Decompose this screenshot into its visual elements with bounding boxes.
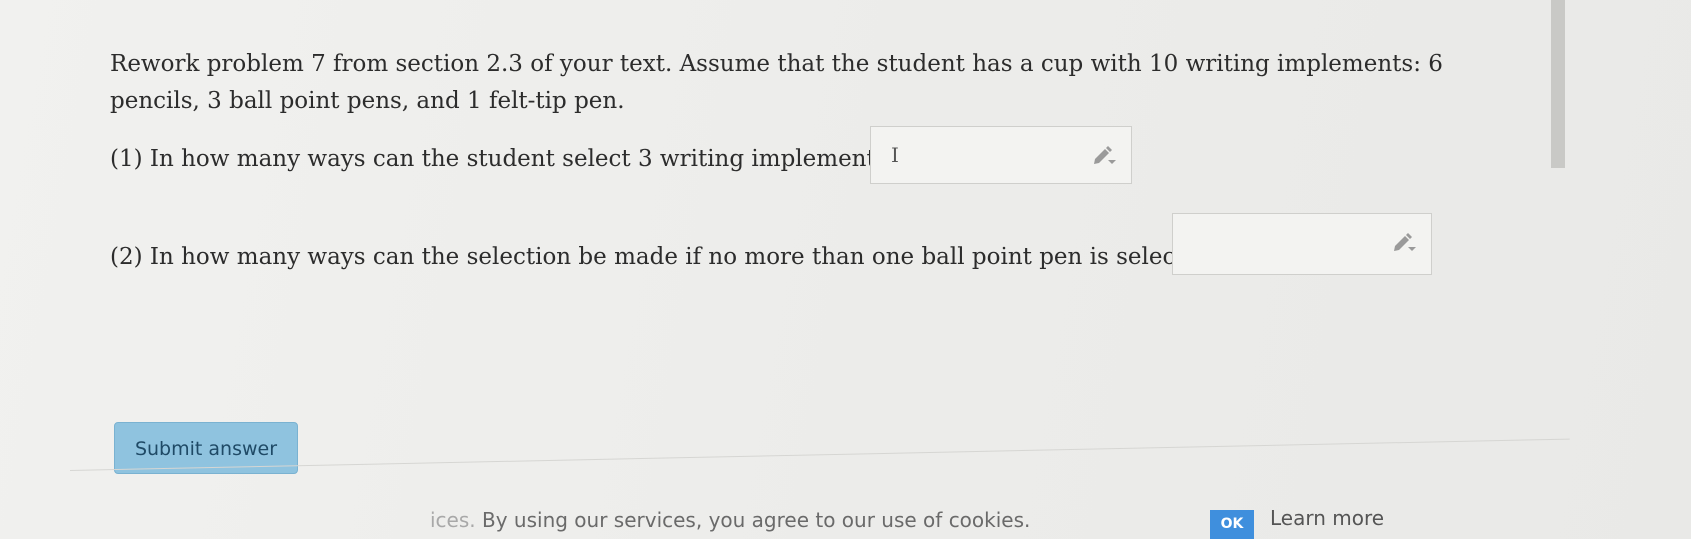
- question-1-text: (1) In how many ways can the student sel…: [110, 146, 900, 172]
- question-2-text: (2) In how many ways can the selection b…: [110, 244, 1226, 270]
- pencil-dropdown-icon[interactable]: [1091, 143, 1117, 167]
- cookie-ok-button[interactable]: OK: [1210, 510, 1254, 539]
- answer-field-1[interactable]: I: [870, 126, 1132, 184]
- text-cursor-icon: I: [891, 143, 899, 167]
- answer-field-2[interactable]: [1172, 213, 1432, 275]
- pencil-dropdown-icon[interactable]: [1391, 230, 1417, 254]
- cookie-message-text: By using our services, you agree to our …: [482, 508, 1031, 532]
- learn-more-link[interactable]: Learn more: [1270, 506, 1384, 530]
- cookie-message-prefix: ices.: [430, 508, 476, 532]
- problem-intro: Rework problem 7 from section 2.3 of you…: [110, 51, 1443, 114]
- scrollbar-thumb[interactable]: [1551, 0, 1565, 168]
- cookie-message: ices. By using our services, you agree t…: [430, 508, 1030, 532]
